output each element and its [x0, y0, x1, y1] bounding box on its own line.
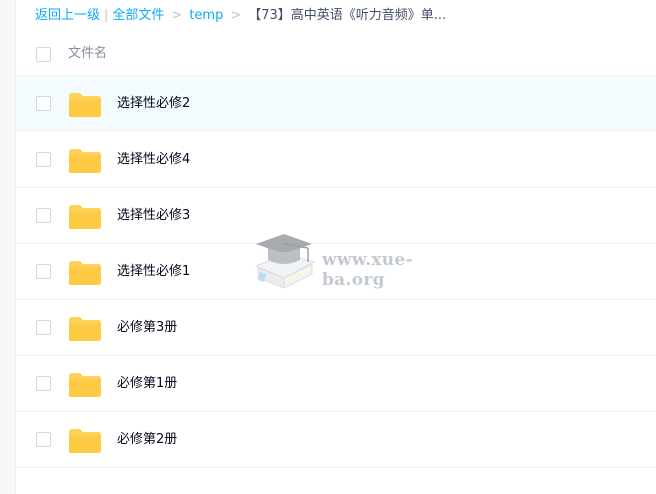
file-name[interactable]: 必修第1册 — [117, 356, 177, 412]
current-folder-title: 【73】高中英语《听力音频》单... — [248, 8, 447, 23]
file-list: 选择性必修2 选择性必修4 选择性必修3 选择性必修1 必修第3册 必修第1册 … — [16, 76, 656, 468]
back-link[interactable]: 返回上一级 — [35, 8, 100, 23]
file-list-header: 文件名 — [16, 32, 656, 76]
file-name[interactable]: 必修第3册 — [117, 300, 177, 356]
file-name[interactable]: 必修第2册 — [117, 412, 177, 468]
row-checkbox[interactable] — [36, 152, 51, 167]
filename-column-header[interactable]: 文件名 — [68, 32, 107, 76]
file-row[interactable]: 必修第1册 — [16, 356, 656, 412]
row-checkbox[interactable] — [36, 208, 51, 223]
file-row[interactable]: 选择性必修2 — [16, 76, 656, 132]
left-sidebar-edge — [0, 0, 16, 494]
folder-icon — [69, 373, 101, 397]
breadcrumb-arrow: > — [230, 8, 242, 23]
folder-icon — [69, 429, 101, 453]
row-checkbox[interactable] — [36, 432, 51, 447]
file-row[interactable]: 必修第3册 — [16, 300, 656, 356]
row-checkbox[interactable] — [36, 320, 51, 335]
row-checkbox[interactable] — [36, 376, 51, 391]
folder-icon — [69, 149, 101, 173]
folder-icon — [69, 205, 101, 229]
breadcrumb-divider: | — [104, 8, 109, 23]
row-checkbox[interactable] — [36, 264, 51, 279]
file-row[interactable]: 必修第2册 — [16, 412, 656, 468]
file-name[interactable]: 选择性必修3 — [117, 188, 190, 244]
file-name[interactable]: 选择性必修1 — [117, 244, 190, 300]
row-checkbox[interactable] — [36, 96, 51, 111]
file-browser: 返回上一级 | 全部文件 > temp > 【73】高中英语《听力音频》单... 文件名 选… — [0, 0, 656, 494]
breadcrumb-arrow: > — [171, 8, 183, 23]
file-name[interactable]: 选择性必修4 — [117, 132, 190, 188]
file-row[interactable]: 选择性必修1 — [16, 244, 656, 300]
all-files-link[interactable]: 全部文件 — [112, 8, 164, 23]
folder-icon — [69, 261, 101, 285]
file-row[interactable]: 选择性必修4 — [16, 132, 656, 188]
temp-folder-link[interactable]: temp — [189, 8, 223, 23]
file-row[interactable]: 选择性必修3 — [16, 188, 656, 244]
file-name[interactable]: 选择性必修2 — [117, 76, 190, 132]
select-all-checkbox[interactable] — [36, 47, 51, 62]
folder-icon — [69, 317, 101, 341]
folder-icon — [69, 93, 101, 117]
breadcrumb: 返回上一级 | 全部文件 > temp > 【73】高中英语《听力音频》单... — [35, 0, 645, 32]
